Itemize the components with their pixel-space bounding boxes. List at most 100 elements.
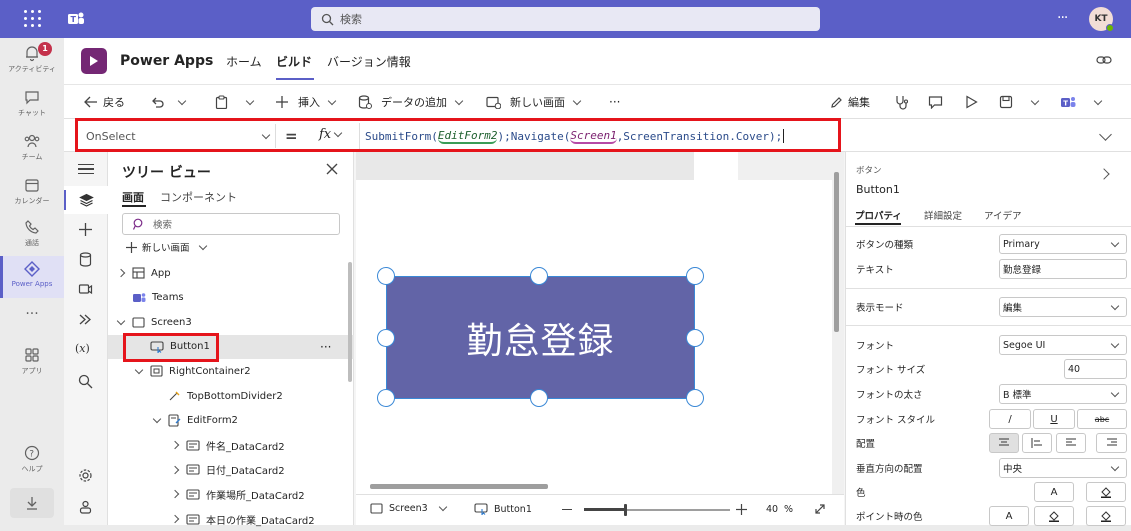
hamburger-icon[interactable] [78, 164, 94, 174]
zoom-slider-thumb[interactable] [624, 504, 627, 516]
search-nav-icon[interactable] [78, 374, 93, 392]
more-commands-button[interactable]: ··· [609, 85, 620, 119]
tree-item-datacard2[interactable]: 件名_DataCard2 [108, 433, 354, 457]
comments-button[interactable] [928, 85, 943, 119]
close-icon[interactable] [326, 163, 338, 178]
rail-item-calendar[interactable]: カレンダー [0, 176, 64, 212]
chevron-right-icon[interactable] [168, 465, 182, 475]
tree-item-teams[interactable]: Teams [108, 286, 354, 310]
tree-item-screen3[interactable]: Screen3 [108, 310, 354, 334]
tree-item-topbottomdivider2[interactable]: TopBottomDivider2 [108, 384, 354, 408]
font-dropdown[interactable]: Segoe UI [999, 335, 1127, 355]
tab-ideas[interactable]: アイデア [984, 208, 1022, 222]
new-screen-button[interactable]: 新しい画面 [486, 85, 582, 119]
resize-handle-bottom-right[interactable] [686, 389, 704, 407]
valign-dropdown[interactable]: 中央 [999, 458, 1127, 478]
text-color-button[interactable]: A [1034, 482, 1074, 502]
rail-item-teams[interactable]: チーム [0, 132, 64, 168]
row-more-button[interactable]: ··· [320, 340, 331, 354]
align-center-button[interactable] [989, 433, 1019, 453]
align-left-button[interactable] [1056, 433, 1086, 453]
chevron-right-icon[interactable] [168, 440, 182, 450]
hover-border-color-button[interactable] [1086, 506, 1126, 526]
rail-item-power-apps[interactable]: Power Apps [0, 256, 64, 298]
status-screen-item[interactable]: Screen3 [370, 502, 447, 514]
status-control-item[interactable]: Button1 [474, 503, 532, 515]
media-nav-icon[interactable] [78, 282, 93, 300]
align-left-bar-button[interactable] [1022, 433, 1052, 453]
rail-item-help[interactable]: ? ヘルプ [0, 444, 64, 480]
zoom-in-button[interactable] [736, 504, 747, 518]
resize-handle-left[interactable] [377, 329, 395, 347]
zoom-out-button[interactable] [562, 509, 572, 511]
hover-text-color-button[interactable]: A [989, 506, 1029, 526]
new-screen-link[interactable]: 新しい画面 [126, 240, 207, 254]
rail-item-apps[interactable]: アプリ [0, 346, 64, 382]
chevron-down-icon[interactable] [114, 316, 128, 325]
canvas-vertical-scrollbar[interactable] [834, 172, 839, 332]
teams-more-button[interactable]: ··· [1057, 10, 1068, 26]
zoom-value[interactable]: 40 [766, 504, 778, 515]
resize-handle-top-right[interactable] [686, 267, 704, 285]
insert-nav-icon[interactable] [78, 222, 93, 240]
strikethrough-button[interactable]: abc [1077, 409, 1127, 429]
tab-build[interactable]: ビルド [276, 53, 312, 70]
teams-search-input[interactable]: 検索 [311, 7, 820, 31]
tab-properties[interactable]: プロパティ [855, 208, 902, 222]
chevron-right-icon[interactable] [168, 514, 182, 524]
rail-item-calls[interactable]: 通話 [0, 218, 64, 254]
font-weight-dropdown[interactable]: B 標準 [999, 384, 1127, 404]
canvas-horizontal-scrollbar[interactable] [370, 484, 548, 489]
resize-handle-right[interactable] [686, 329, 704, 347]
link-icon[interactable] [1096, 53, 1112, 70]
hover-fill-color-button[interactable] [1034, 506, 1074, 526]
rail-item-activity[interactable]: アクティビティ 1 [0, 42, 64, 80]
button-kind-dropdown[interactable]: Primary [999, 234, 1127, 254]
tab-advanced[interactable]: 詳細設定 [924, 208, 962, 222]
app-checker-button[interactable] [894, 85, 909, 119]
fit-screen-button[interactable] [814, 503, 826, 518]
tree-item-rightcontainer2[interactable]: RightContainer2 [108, 359, 354, 383]
resize-handle-bottom-left[interactable] [377, 389, 395, 407]
resize-handle-top-left[interactable] [377, 267, 395, 285]
expand-panel-button[interactable] [1098, 168, 1110, 181]
tree-item-datacard2[interactable]: 日付_DataCard2 [108, 458, 354, 482]
app-launcher-icon[interactable] [24, 10, 42, 28]
text-input[interactable]: 勤怠登録 [999, 259, 1127, 279]
font-size-input[interactable]: 40 [1064, 359, 1127, 379]
add-data-button[interactable]: データの追加 [358, 85, 464, 119]
tree-item-datacard2[interactable]: 作業場所_DataCard2 [108, 482, 354, 506]
tree-search-input[interactable]: 検索 [122, 213, 340, 235]
kintai-button[interactable]: 勤怠登録 [386, 276, 695, 399]
rail-item-chat[interactable]: チャット [0, 88, 64, 124]
tree-view-nav-button[interactable] [64, 186, 108, 214]
variables-nav-icon[interactable]: (x) [75, 342, 90, 355]
tab-screens[interactable]: 画面 [122, 189, 144, 205]
display-mode-dropdown[interactable]: 編集 [999, 297, 1127, 317]
chevron-right-icon[interactable] [114, 268, 128, 278]
chevron-right-icon[interactable] [168, 490, 182, 499]
tree-item-app[interactable]: App [108, 261, 354, 285]
download-button[interactable] [10, 488, 54, 518]
tree-item-editform2[interactable]: EditForm2 [108, 409, 354, 433]
chevron-down-icon[interactable] [132, 365, 146, 375]
expand-formula-button[interactable] [1099, 128, 1112, 142]
zoom-slider[interactable] [584, 504, 730, 516]
insert-button[interactable]: 挿入 [276, 85, 337, 119]
tree-scrollbar[interactable] [348, 262, 352, 382]
tab-about[interactable]: バージョン情報 [327, 53, 411, 70]
avatar[interactable]: KT [1089, 7, 1114, 32]
tab-home[interactable]: ホーム [226, 53, 262, 70]
italic-button[interactable]: / [989, 409, 1031, 429]
resize-handle-bottom[interactable] [530, 389, 548, 407]
save-button[interactable] [999, 85, 1040, 119]
tab-components[interactable]: コンポーネント [160, 189, 237, 205]
align-right-button[interactable] [1096, 433, 1127, 453]
paste-button[interactable] [215, 85, 255, 119]
tree-item-datacard2[interactable]: 本日の作業_DataCard2 [108, 507, 354, 531]
automate-nav-icon[interactable] [78, 312, 93, 330]
chevron-down-icon[interactable] [150, 414, 164, 424]
publish-teams-button[interactable]: T [1060, 85, 1103, 119]
preview-button[interactable] [965, 85, 978, 119]
virtual-agent-nav-icon[interactable] [78, 500, 93, 518]
